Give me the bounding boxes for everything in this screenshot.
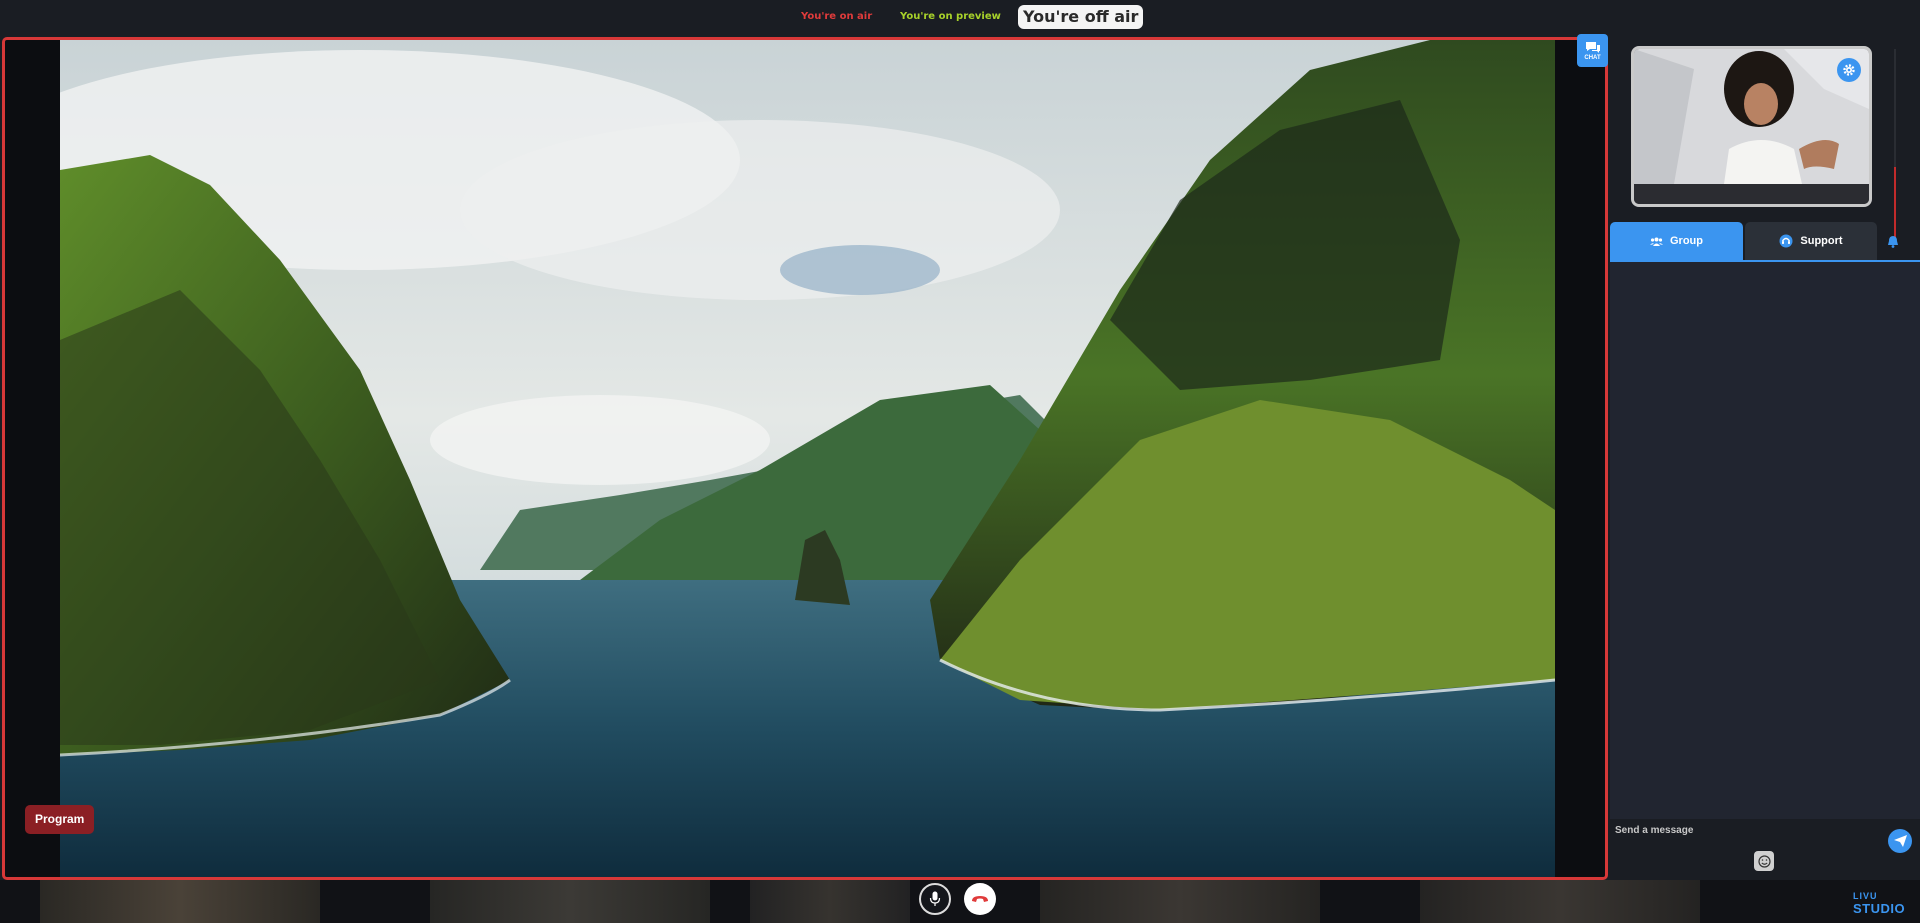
tab-group[interactable]: Group <box>1610 222 1743 260</box>
right-panel: Group Support Send a message <box>1610 34 1920 880</box>
chat-message-list[interactable] <box>1610 262 1920 819</box>
tab-support[interactable]: Support <box>1745 222 1877 260</box>
audio-level-meter <box>1894 49 1896 239</box>
chat-button-label: CHAT <box>1584 54 1601 61</box>
participant-thumbnail[interactable] <box>40 880 320 923</box>
microphone-button[interactable] <box>919 883 951 915</box>
landscape-video-frame <box>60 40 1555 877</box>
participant-thumbnail[interactable] <box>1420 880 1700 923</box>
participant-thumbnail[interactable] <box>1040 880 1320 923</box>
chat-tabs: Group Support <box>1610 222 1920 262</box>
participant-thumbnail[interactable] <box>430 880 710 923</box>
tab-group-label: Group <box>1670 235 1703 247</box>
self-preview-camera[interactable] <box>1631 46 1872 207</box>
microphone-icon <box>929 891 941 906</box>
emoji-icon <box>1757 854 1771 868</box>
emoji-button[interactable] <box>1754 851 1774 871</box>
message-composer: Send a message <box>1610 819 1920 880</box>
camera-settings-button[interactable] <box>1837 58 1861 82</box>
group-icon <box>1650 237 1663 246</box>
on-air-status[interactable]: You're on air <box>801 11 872 22</box>
program-stage: Program <box>2 37 1608 880</box>
support-icon <box>1779 234 1793 248</box>
send-message-button[interactable] <box>1888 829 1912 853</box>
notifications-button[interactable] <box>1882 230 1904 252</box>
program-video <box>60 40 1555 877</box>
brand-logo-top: LIVU <box>1853 891 1878 901</box>
bell-icon <box>1888 235 1898 248</box>
phone-hangup-icon <box>972 896 988 902</box>
on-preview-status[interactable]: You're on preview <box>900 11 1001 22</box>
brand-logo-main: STUDIO <box>1853 901 1906 916</box>
program-badge: Program <box>25 805 95 834</box>
off-air-status[interactable]: You're off air <box>1018 5 1144 29</box>
participant-thumbnail[interactable] <box>750 880 910 923</box>
message-input[interactable]: Send a message <box>1615 825 1693 836</box>
top-status-bar: You're on air You're on preview You're o… <box>0 0 1920 34</box>
camera-feed <box>1634 49 1869 204</box>
chat-button[interactable]: CHAT <box>1577 34 1608 67</box>
send-icon <box>1893 835 1907 847</box>
hang-up-button[interactable] <box>964 883 996 915</box>
brand-logo: LIVU STUDIO <box>1853 891 1913 921</box>
bottom-control-bar: LIVU STUDIO <box>0 880 1920 923</box>
tab-support-label: Support <box>1800 235 1843 247</box>
chat-bubble-icon <box>1585 41 1600 53</box>
gear-icon <box>1843 64 1855 76</box>
